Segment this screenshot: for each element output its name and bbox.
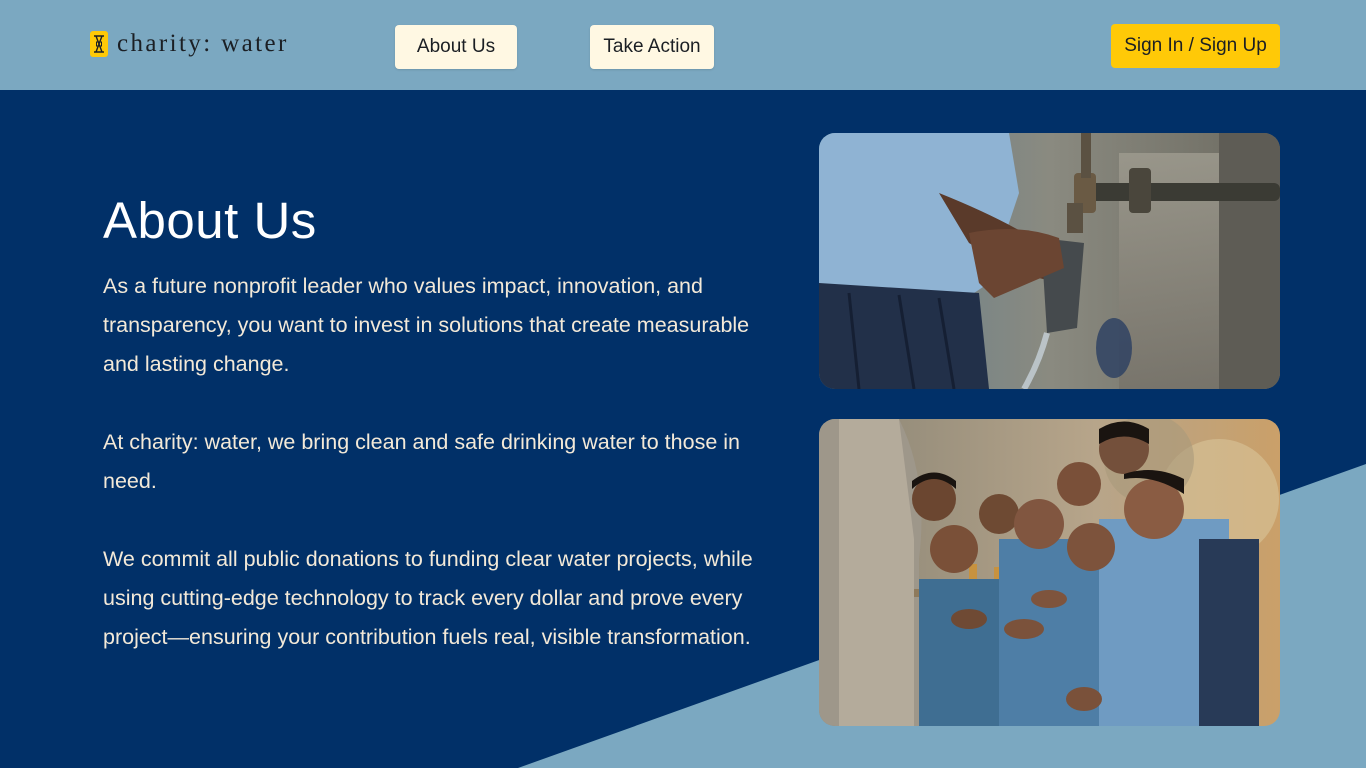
nav-about-us-button[interactable]: About Us (395, 25, 517, 69)
nav-take-action-button[interactable]: Take Action (590, 25, 714, 69)
about-paragraph-3: We commit all public donations to fundin… (103, 547, 753, 649)
jerry-can-icon (90, 31, 108, 57)
logo-text: charity: water (117, 30, 289, 57)
photo-children-at-tap (819, 419, 1280, 726)
about-paragraph-2: At charity: water, we bring clean and sa… (103, 430, 740, 493)
photo-hand-filling-cup (819, 133, 1280, 389)
page-title: About Us (103, 192, 317, 249)
about-paragraph-1: As a future nonprofit leader who values … (103, 274, 750, 376)
site-header: charity: water About Us Take Action Sign… (0, 0, 1366, 90)
main-section: About Us As a future nonprofit leader wh… (0, 90, 1366, 768)
sign-in-sign-up-button[interactable]: Sign In / Sign Up (1111, 24, 1280, 68)
logo[interactable]: charity: water (90, 30, 289, 58)
page: charity: water About Us Take Action Sign… (0, 0, 1366, 768)
